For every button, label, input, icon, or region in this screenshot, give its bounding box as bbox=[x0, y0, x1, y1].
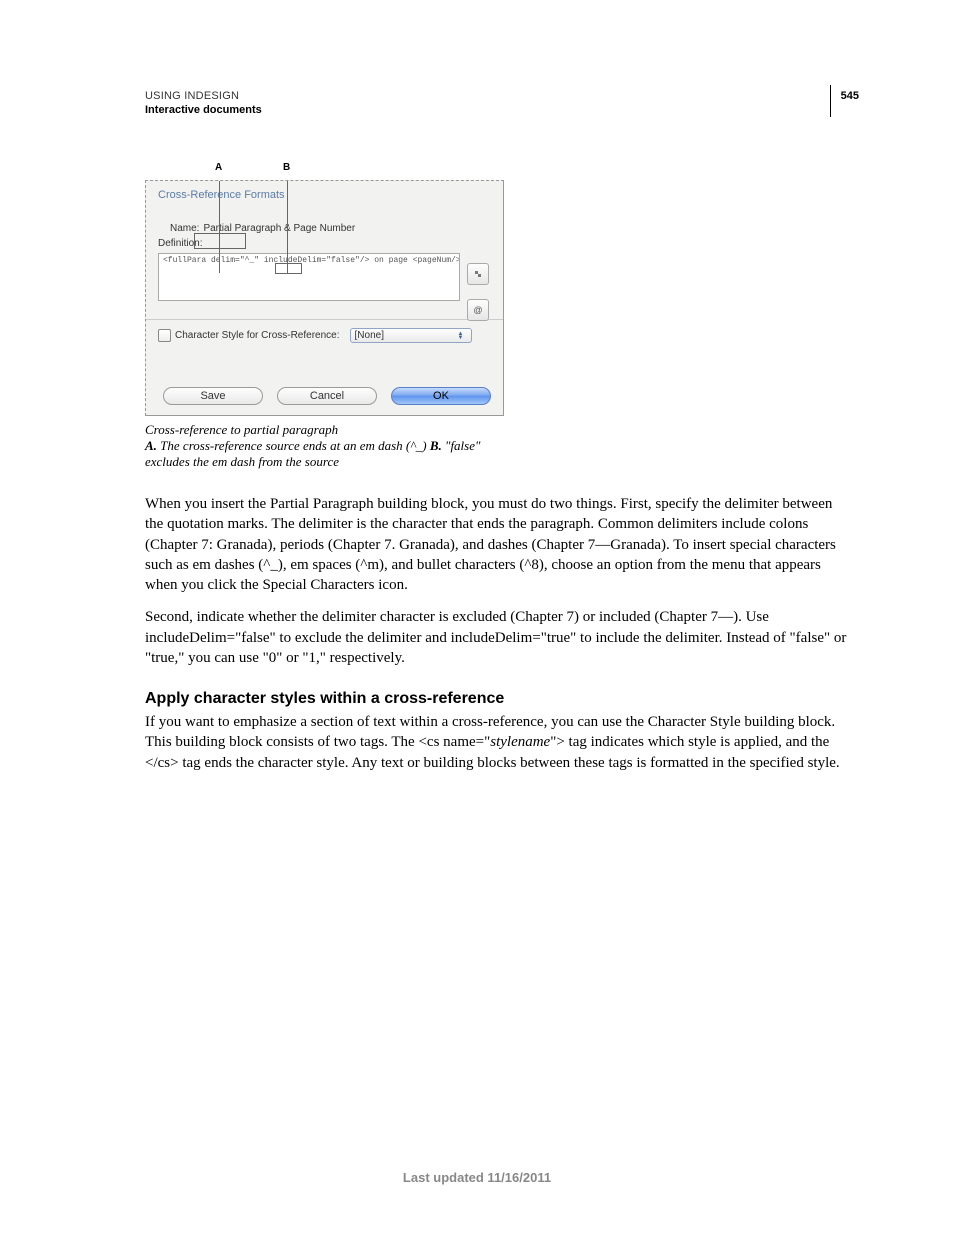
cross-reference-formats-dialog: Cross-Reference Formats Name: Partial Pa… bbox=[145, 180, 504, 416]
name-value[interactable]: Partial Paragraph & Page Number bbox=[203, 223, 355, 234]
caption-b-label: B. bbox=[430, 438, 442, 453]
char-style-label: Character Style for Cross-Reference: bbox=[175, 330, 340, 341]
header-section: Interactive documents bbox=[145, 104, 854, 116]
body-paragraph-1: When you insert the Partial Paragraph bu… bbox=[145, 494, 854, 595]
body-paragraph-2: Second, indicate whether the delimiter c… bbox=[145, 607, 854, 668]
special-characters-menu-button[interactable]: @ bbox=[467, 299, 489, 321]
body-paragraph-3: If you want to emphasize a section of te… bbox=[145, 712, 854, 773]
caption-a-label: A. bbox=[145, 438, 157, 453]
callout-a-leader bbox=[219, 181, 220, 273]
name-label: Name: bbox=[170, 223, 199, 234]
building-blocks-menu-button[interactable] bbox=[467, 263, 489, 285]
cancel-button[interactable]: Cancel bbox=[277, 387, 377, 405]
save-button[interactable]: Save bbox=[163, 387, 263, 405]
divider bbox=[146, 319, 503, 320]
figure-caption-line2: A. The cross-reference source ends at an… bbox=[145, 438, 506, 470]
callout-b-leader bbox=[287, 181, 288, 273]
dialog-figure: A B Cross-Reference Formats Name: Partia… bbox=[145, 162, 506, 470]
dialog-title: Cross-Reference Formats bbox=[158, 189, 491, 201]
header-title: USING INDESIGN bbox=[145, 90, 854, 102]
definition-field[interactable]: <fullPara delim="^_" includeDelim="false… bbox=[158, 253, 460, 301]
subhead-apply-character-styles: Apply character styles within a cross-re… bbox=[145, 690, 854, 708]
caption-a-text: The cross-reference source ends at an em… bbox=[157, 438, 430, 453]
callout-a-label: A bbox=[215, 162, 222, 173]
page-number-rule bbox=[830, 85, 831, 117]
page-number: 545 bbox=[841, 90, 859, 102]
callout-b-label: B bbox=[283, 162, 290, 173]
figure-caption-line1: Cross-reference to partial paragraph bbox=[145, 422, 506, 438]
char-style-value: [None] bbox=[355, 330, 384, 341]
ok-button[interactable]: OK bbox=[391, 387, 491, 405]
footer-last-updated: Last updated 11/16/2011 bbox=[0, 1170, 954, 1185]
callout-labels: A B bbox=[145, 162, 506, 180]
at-icon: @ bbox=[473, 305, 482, 315]
char-style-dropdown[interactable]: [None] ▲▼ bbox=[350, 328, 472, 343]
p3-stylename: stylename bbox=[490, 734, 550, 750]
char-style-checkbox[interactable] bbox=[158, 329, 171, 342]
chevron-updown-icon: ▲▼ bbox=[455, 332, 467, 340]
definition-label: Definition: bbox=[158, 238, 202, 249]
